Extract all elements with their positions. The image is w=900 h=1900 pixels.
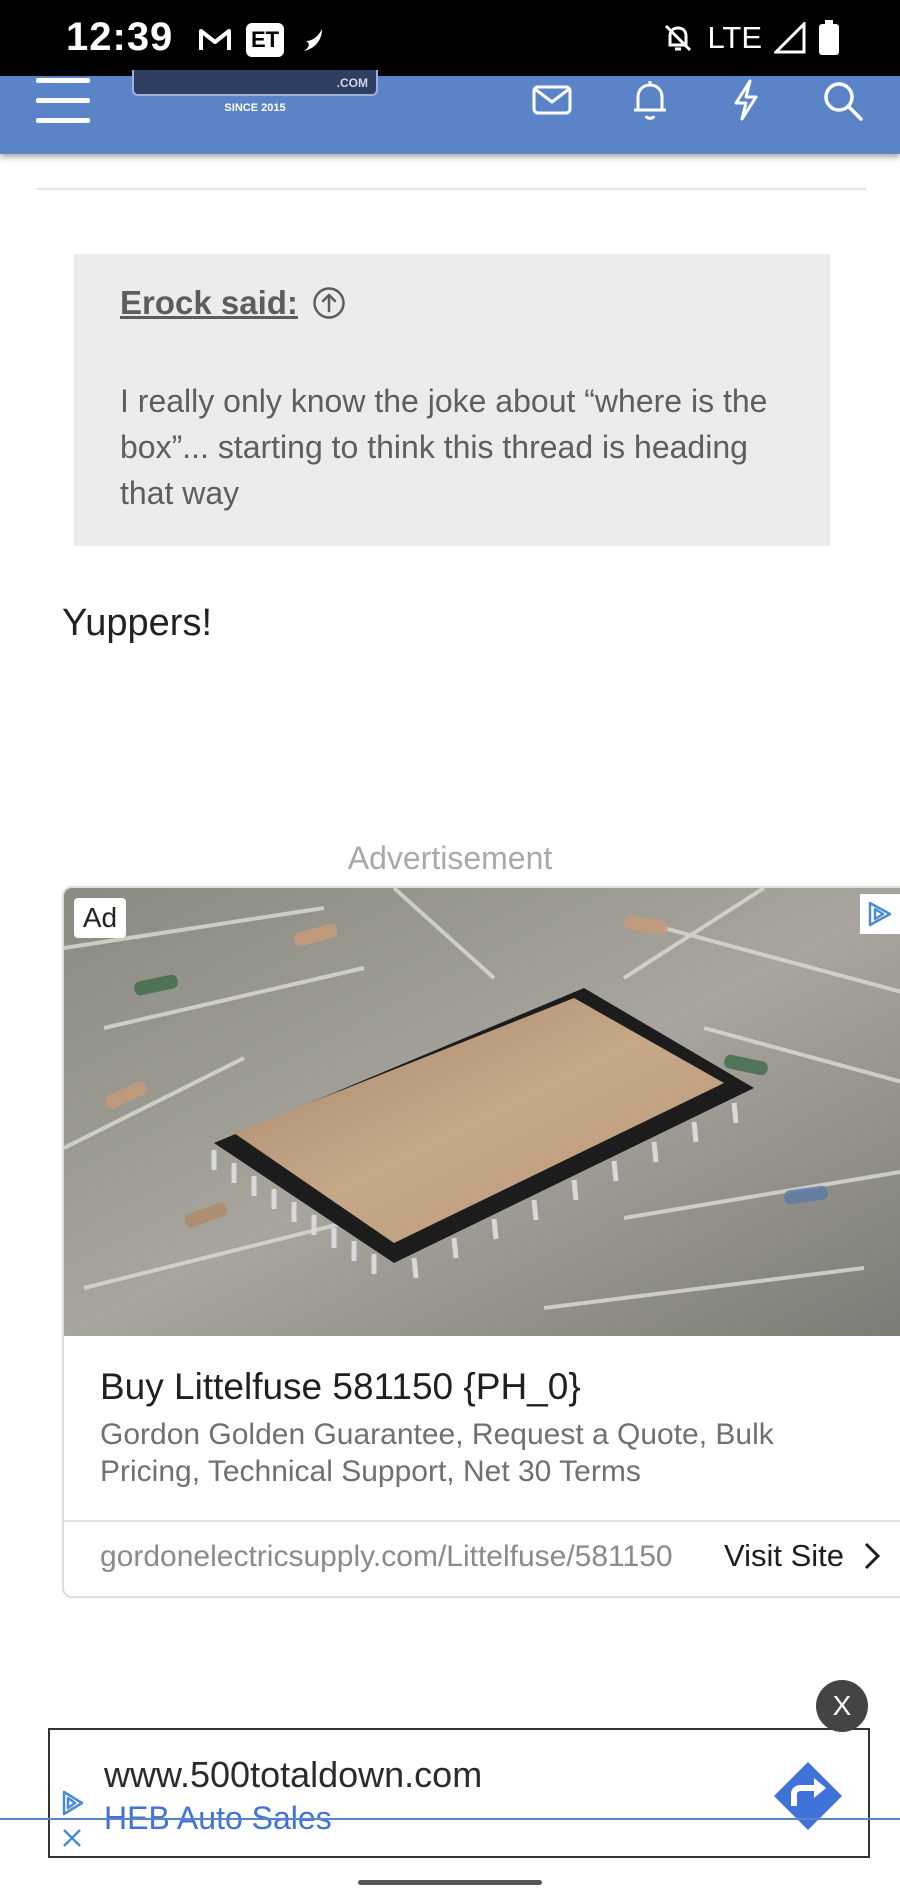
gmail-icon <box>199 29 231 50</box>
logo-com: .COM <box>336 76 368 90</box>
network-type: LTE <box>707 20 762 55</box>
status-right: LTE <box>661 18 840 58</box>
site-header: .COM SINCE 2015 <box>0 70 900 154</box>
quote-block: Erock said: I really only know the joke … <box>74 254 830 546</box>
chevron-right-icon[interactable] <box>862 1541 882 1571</box>
moon-app-icon <box>304 29 322 51</box>
ad-choices[interactable] <box>860 894 900 934</box>
search-icon[interactable] <box>818 76 866 124</box>
quote-text: I really only know the joke about “where… <box>120 383 768 511</box>
bottom-ad-url[interactable]: www.500totaldown.com <box>104 1754 482 1796</box>
bolt-icon[interactable] <box>722 76 770 124</box>
directions-arrow-icon[interactable] <box>772 1760 844 1832</box>
close-ad-button[interactable]: X <box>816 1680 868 1732</box>
ad-badge: Ad <box>74 898 126 938</box>
quote-author-link[interactable]: Erock said: <box>120 284 346 322</box>
post-reply-text: Yuppers! <box>62 602 212 644</box>
ad-image-microchip[interactable] <box>64 888 900 1336</box>
battery-icon <box>819 20 839 55</box>
divider <box>36 188 866 190</box>
bell-icon[interactable] <box>626 76 674 124</box>
logo-tagline: SINCE 2015 <box>224 102 286 114</box>
ad-title[interactable]: Buy Littelfuse 581150 {PH_0} <box>100 1366 581 1408</box>
page: 12:39 ET LTE .COM SINCE 2015 Erock said:… <box>0 0 900 1900</box>
ad-separator <box>64 1520 900 1522</box>
et-app-icon: ET <box>246 23 284 57</box>
bottom-banner-ad[interactable]: www.500totaldown.com HEB Auto Sales <box>48 1728 870 1858</box>
notification-icons: ET <box>198 20 328 60</box>
arrow-up-circle-icon[interactable] <box>312 286 346 320</box>
adchoices-icon[interactable] <box>58 1786 88 1856</box>
ad-url[interactable]: gordonelectricsupply.com/Littelfuse/5811… <box>100 1540 673 1574</box>
footer-divider <box>0 1818 900 1820</box>
mail-icon[interactable] <box>528 76 576 124</box>
ad-description: Gordon Golden Guarantee, Request a Quote… <box>100 1418 774 1488</box>
home-indicator[interactable] <box>358 1880 542 1885</box>
logo-wordmark: .COM <box>132 70 378 96</box>
visit-site-button[interactable]: Visit Site <box>724 1538 882 1574</box>
visit-site-label[interactable]: Visit Site <box>724 1538 844 1574</box>
signal-icon <box>774 22 806 54</box>
advertisement-label: Advertisement <box>347 840 553 876</box>
menu-icon[interactable] <box>36 78 90 124</box>
site-logo[interactable]: .COM SINCE 2015 <box>132 70 378 118</box>
bell-off-icon <box>665 24 692 52</box>
quote-author[interactable]: Erock said: <box>120 284 298 322</box>
status-bar: 12:39 ET LTE <box>0 0 900 76</box>
status-time: 12:39 <box>66 15 174 59</box>
adchoices-icon[interactable] <box>864 899 894 929</box>
ad-card[interactable]: Ad Buy Littelfuse 581150 {PH_0} Gordon G… <box>62 886 900 1598</box>
